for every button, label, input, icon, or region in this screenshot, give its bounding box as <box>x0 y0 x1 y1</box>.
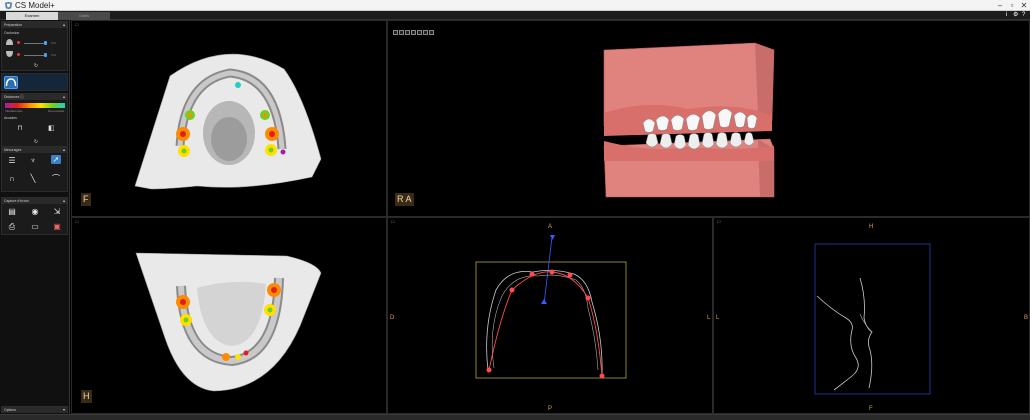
view-label-h: H <box>81 390 92 403</box>
upper-arch-icon[interactable]: ⊓ <box>17 125 23 133</box>
section-plot[interactable] <box>714 218 1030 414</box>
lower-opacity-slider[interactable] <box>24 55 46 56</box>
curve-measure-icon[interactable]: ⌒ <box>51 174 61 183</box>
section-arcades-label: Arcades <box>4 116 17 120</box>
pdf-icon[interactable]: ▣ <box>52 222 62 231</box>
section-occlusion-label: Occlusion <box>4 31 20 35</box>
camera-icon[interactable]: ◉ <box>30 207 40 216</box>
help-icon[interactable]: ? <box>1022 12 1025 19</box>
collapse-arrow-icon[interactable]: ▴ <box>63 198 65 204</box>
group-mesurages-title: Mesurages <box>4 148 22 152</box>
lower-arch-model[interactable] <box>72 218 387 414</box>
tooth-measure-icon[interactable]: ♆ <box>28 156 38 165</box>
upper-jaw-icon[interactable] <box>5 38 14 46</box>
viewport-3d-right[interactable]: R A <box>387 20 1030 217</box>
group-options-header[interactable]: Options ▾ <box>2 407 67 413</box>
upper-opacity-slider[interactable] <box>24 43 46 44</box>
view-label-ra: R A <box>395 193 414 206</box>
group-options: Options ▾ <box>1 406 68 413</box>
reset-icon[interactable]: ↻ <box>33 139 39 145</box>
viewport-lower-occlusal[interactable]: ☐ H <box>71 217 387 414</box>
section-view-icon[interactable]: ☰ <box>7 156 17 165</box>
reset-icon[interactable]: ↻ <box>33 63 39 69</box>
ruler-icon[interactable]: ╲ <box>28 174 38 183</box>
settings-icon[interactable]: ⚙ <box>1013 12 1018 19</box>
group-capture-title: Capture d'écran <box>4 199 29 203</box>
group-options-title: Options <box>4 408 17 412</box>
restore-button[interactable]: ▫ <box>1007 0 1017 11</box>
document-icon[interactable]: ▤ <box>7 207 17 216</box>
group-distances-title: Distances <box>4 95 20 99</box>
upper-color-dot[interactable] <box>17 41 20 44</box>
lower-opacity-knob[interactable] <box>44 53 47 57</box>
report-icon[interactable]: ▭ <box>30 222 40 231</box>
viewport-upper-occlusal[interactable]: ☐ F <box>71 20 387 217</box>
minimize-button[interactable]: – <box>995 0 1005 11</box>
title-bar: CS Model+ – ▫ ✕ <box>0 0 1030 11</box>
tab-row: Examen Outils i ⚙ ? <box>0 11 1030 20</box>
dental-3d-model[interactable] <box>388 21 1030 217</box>
close-button[interactable]: ✕ <box>1019 0 1029 11</box>
legend-left-label: Interférences <box>5 109 23 113</box>
lower-color-dot[interactable] <box>17 53 20 56</box>
view-label-f: F <box>81 193 91 206</box>
tab-outils[interactable]: Outils <box>58 12 110 20</box>
expand-arrow-icon[interactable]: ▾ <box>63 407 65 413</box>
group-capture: Capture d'écran ▴ ▤ ◉ ⇲ ⎙ ▭ ▣ <box>1 197 68 235</box>
group-mesurages: Mesurages ▴ ☰ ♆ ➚ ∩ ╲ ⌒ <box>1 146 68 192</box>
upper-arch-model[interactable] <box>72 21 387 217</box>
group-distances-header[interactable]: Distances ⓘ ▴ <box>2 94 67 100</box>
upper-opacity-value: 100 <box>51 41 57 45</box>
info-icon[interactable]: i <box>1006 12 1007 19</box>
viewport-arch-form[interactable]: ☐ A P D L <box>387 217 713 414</box>
collapse-arrow-icon[interactable]: ▴ <box>63 94 65 100</box>
print-icon[interactable]: ⎙ <box>7 222 17 231</box>
legend-right-label: Non-contact <box>48 109 65 113</box>
group-preparation: Préparation ▴ Occlusion 100 100 ↻ <box>1 21 68 71</box>
distance-color-legend <box>5 103 65 108</box>
group-preparation-title: Préparation <box>4 23 23 27</box>
lower-jaw-icon[interactable] <box>5 50 14 58</box>
status-strip <box>0 414 1030 420</box>
app-title: CS Model+ <box>15 1 55 10</box>
group-capture-header[interactable]: Capture d'écran ▴ <box>2 198 67 204</box>
export-icon[interactable]: ⇲ <box>52 207 62 216</box>
collapse-arrow-icon[interactable]: ▴ <box>63 147 65 153</box>
distance-map-button-group <box>1 73 68 91</box>
collapse-arrow-icon[interactable]: ▴ <box>63 22 65 28</box>
left-panel: Préparation ▴ Occlusion 100 100 ↻ Distan… <box>0 20 70 414</box>
upper-opacity-knob[interactable] <box>44 41 47 45</box>
group-preparation-header[interactable]: Préparation ▴ <box>2 22 67 28</box>
arch-form-plot[interactable] <box>388 218 713 414</box>
app-logo-icon <box>4 1 13 10</box>
group-mesurages-header[interactable]: Mesurages ▴ <box>2 147 67 153</box>
tab-examen[interactable]: Examen <box>6 12 58 20</box>
lower-arch-icon[interactable]: ◧ <box>48 125 55 133</box>
info-circle-icon[interactable]: ⓘ <box>19 94 25 100</box>
distance-map-icon[interactable] <box>4 76 18 89</box>
arch-measure-icon[interactable]: ∩ <box>7 174 17 183</box>
viewport-sagittal-section[interactable]: ☐ H F L B <box>713 217 1030 414</box>
lower-opacity-value: 100 <box>51 53 57 57</box>
cursor-tool-icon[interactable]: ➚ <box>51 155 61 164</box>
